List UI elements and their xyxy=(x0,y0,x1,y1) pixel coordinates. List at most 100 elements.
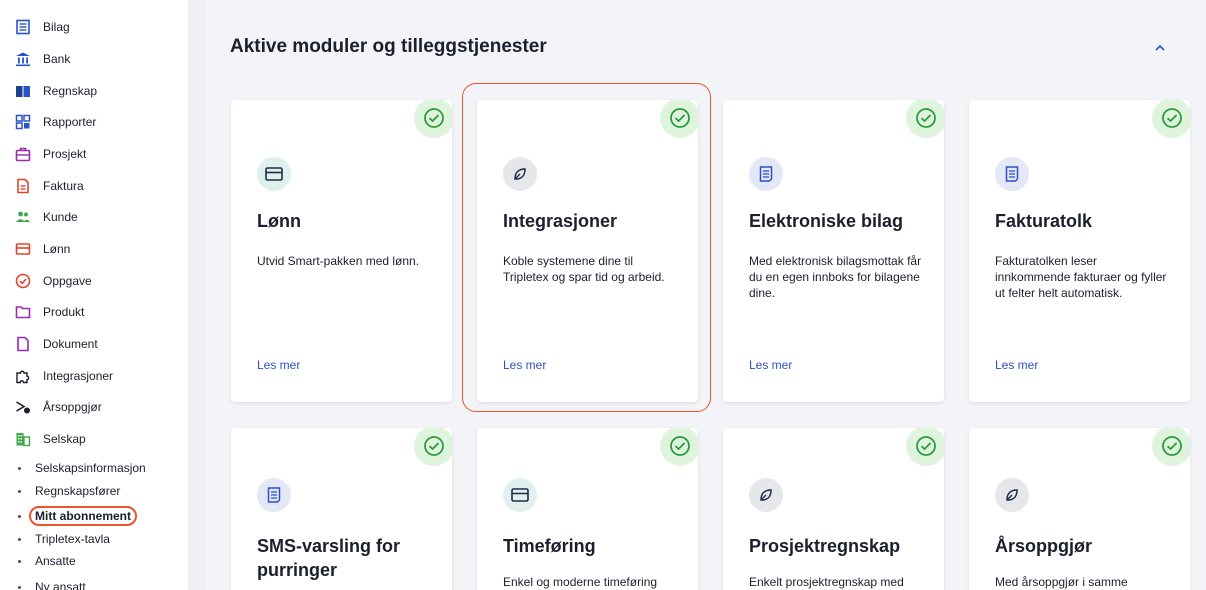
sidebar-subitem-regnskapsforer[interactable]: Regnskapsfører xyxy=(18,482,120,500)
document-list-icon xyxy=(14,18,32,36)
sidebar-item-faktura[interactable]: Faktura xyxy=(14,175,84,197)
sidebar-subitem-label: Mitt abonnement xyxy=(29,506,137,526)
sidebar-item-prosjekt[interactable]: Prosjekt xyxy=(14,143,86,165)
sidebar-subitem-label: Tripletex-tavla xyxy=(35,532,110,546)
card-title: Timeføring xyxy=(503,536,596,556)
sidebar-subitem-label: Selskapsinformasjon xyxy=(35,461,146,475)
read-more-link[interactable]: Les mer xyxy=(749,358,792,372)
sidebar: Bilag Bank Regnskap Rapporter Prosjekt F… xyxy=(0,0,206,590)
module-card-fakturatolk[interactable]: Fakturatolk Fakturatolken leser innkomme… xyxy=(969,100,1190,402)
sidebar-subitem-ansatte[interactable]: Ansatte xyxy=(18,552,76,570)
book-icon xyxy=(14,82,32,100)
sidebar-item-label: Oppgave xyxy=(43,274,92,288)
year-end-icon xyxy=(14,398,32,416)
card-title: Prosjektregnskap xyxy=(749,536,901,556)
bullet xyxy=(18,585,21,589)
bullet xyxy=(18,559,21,563)
card-title: SMS-varsling for purringer xyxy=(257,536,401,580)
sidebar-item-label: Regnskap xyxy=(43,84,98,98)
module-card-elektroniske-bilag[interactable]: Elektroniske bilag Med elektronisk bilag… xyxy=(723,100,944,402)
grid-icon xyxy=(14,113,32,131)
check-icon xyxy=(660,100,698,138)
bullet xyxy=(18,466,21,470)
module-card-arsoppgjor[interactable]: Årsoppgjør Med årsoppgjør i samme xyxy=(969,428,1190,590)
chevron-up-icon xyxy=(1155,39,1165,57)
sidebar-item-label: Dokument xyxy=(43,337,98,351)
check-circle-icon xyxy=(14,272,32,290)
file-icon xyxy=(14,335,32,353)
sidebar-item-label: Rapporter xyxy=(43,115,97,129)
read-more-link[interactable]: Les mer xyxy=(503,358,546,372)
sidebar-subitem-selskapsinformasjon[interactable]: Selskapsinformasjon xyxy=(18,459,146,477)
card-description: Med årsoppgjør i samme xyxy=(995,575,1128,589)
bullet xyxy=(18,514,21,518)
section-title: Aktive moduler og tilleggstjenester xyxy=(230,36,547,57)
sidebar-item-label: Kunde xyxy=(43,210,78,224)
sidebar-item-label: Produkt xyxy=(43,305,85,319)
sidebar-item-label: Bilag xyxy=(43,20,70,34)
check-icon xyxy=(906,428,944,466)
sidebar-item-integrasjoner[interactable]: Integrasjoner xyxy=(14,365,113,387)
card-icon xyxy=(503,478,537,512)
sidebar-item-selskap[interactable]: Selskap xyxy=(14,428,86,450)
sidebar-item-bilag[interactable]: Bilag xyxy=(14,16,70,38)
sidebar-item-arsoppgjor[interactable]: Årsoppgjør xyxy=(14,396,102,418)
puzzle-icon xyxy=(14,367,32,385)
module-card-lonn[interactable]: Lønn Utvid Smart-pakken med lønn. Les me… xyxy=(231,100,452,402)
collapse-button[interactable] xyxy=(1150,38,1170,58)
sidebar-subitem-label: Ansatte xyxy=(35,554,76,568)
read-more-link[interactable]: Les mer xyxy=(995,358,1038,372)
card-title: Lønn xyxy=(257,211,301,231)
card-title: Elektroniske bilag xyxy=(749,211,904,231)
sidebar-item-label: Årsoppgjør xyxy=(43,400,102,414)
receipt-icon xyxy=(749,157,783,191)
module-card-sms-varsling[interactable]: SMS-varsling for purringer xyxy=(231,428,452,590)
card-description: Med elektronisk bilagsmottak får du en e… xyxy=(749,254,922,300)
sidebar-item-lonn[interactable]: Lønn xyxy=(14,238,70,260)
check-icon xyxy=(414,428,452,466)
module-card-timeforing[interactable]: Timeføring Enkel og moderne timeføring xyxy=(477,428,698,590)
sidebar-item-label: Integrasjoner xyxy=(43,369,114,383)
card-title: Årsoppgjør xyxy=(995,536,1092,556)
sidebar-item-regnskap[interactable]: Regnskap xyxy=(14,80,97,102)
sidebar-item-label: Faktura xyxy=(43,179,84,193)
card-description: Koble systemene dine til Tripletex og sp… xyxy=(503,254,665,284)
sidebar-subitem-ny-ansatt[interactable]: Ny ansatt xyxy=(18,578,86,590)
check-icon xyxy=(906,100,944,138)
card-description: Utvid Smart-pakken med lønn. xyxy=(257,254,420,268)
sidebar-item-kunde[interactable]: Kunde xyxy=(14,206,78,228)
sidebar-subitem-mitt-abonnement[interactable]: Mitt abonnement xyxy=(18,506,137,526)
module-card-integrasjoner[interactable]: Integrasjoner Koble systemene dine til T… xyxy=(477,100,698,402)
building-icon xyxy=(14,430,32,448)
sidebar-item-label: Prosjekt xyxy=(43,147,87,161)
folder-icon xyxy=(14,303,32,321)
sidebar-item-produkt[interactable]: Produkt xyxy=(14,301,84,323)
leaf-icon xyxy=(749,478,783,512)
main-content: Aktive moduler og tilleggstjenester Lønn… xyxy=(206,0,1206,590)
bank-icon xyxy=(14,50,32,68)
check-icon xyxy=(660,428,698,466)
receipt-icon xyxy=(995,157,1029,191)
sidebar-item-rapporter[interactable]: Rapporter xyxy=(14,111,96,133)
leaf-icon xyxy=(995,478,1029,512)
sidebar-subitem-tripletex-tavla[interactable]: Tripletex-tavla xyxy=(18,530,110,548)
sidebar-subitem-label: Regnskapsfører xyxy=(35,484,121,498)
leaf-icon xyxy=(503,157,537,191)
module-card-prosjektregnskap[interactable]: Prosjektregnskap Enkelt prosjektregnskap… xyxy=(723,428,944,590)
read-more-link[interactable]: Les mer xyxy=(257,358,300,372)
check-icon xyxy=(1152,100,1190,138)
briefcase-icon xyxy=(14,145,32,163)
receipt-icon xyxy=(257,478,291,512)
sidebar-item-label: Bank xyxy=(43,52,71,66)
sidebar-item-bank[interactable]: Bank xyxy=(14,48,70,70)
sidebar-item-dokument[interactable]: Dokument xyxy=(14,333,98,355)
card-title: Integrasjoner xyxy=(503,211,618,231)
sidebar-item-label: Lønn xyxy=(43,242,71,256)
bullet xyxy=(18,489,21,493)
sidebar-item-label: Selskap xyxy=(43,432,86,446)
sidebar-item-oppgave[interactable]: Oppgave xyxy=(14,270,92,292)
check-icon xyxy=(414,100,452,138)
card-title: Fakturatolk xyxy=(995,211,1093,231)
check-icon xyxy=(1152,428,1190,466)
card-description: Enkel og moderne timeføring xyxy=(503,575,658,589)
